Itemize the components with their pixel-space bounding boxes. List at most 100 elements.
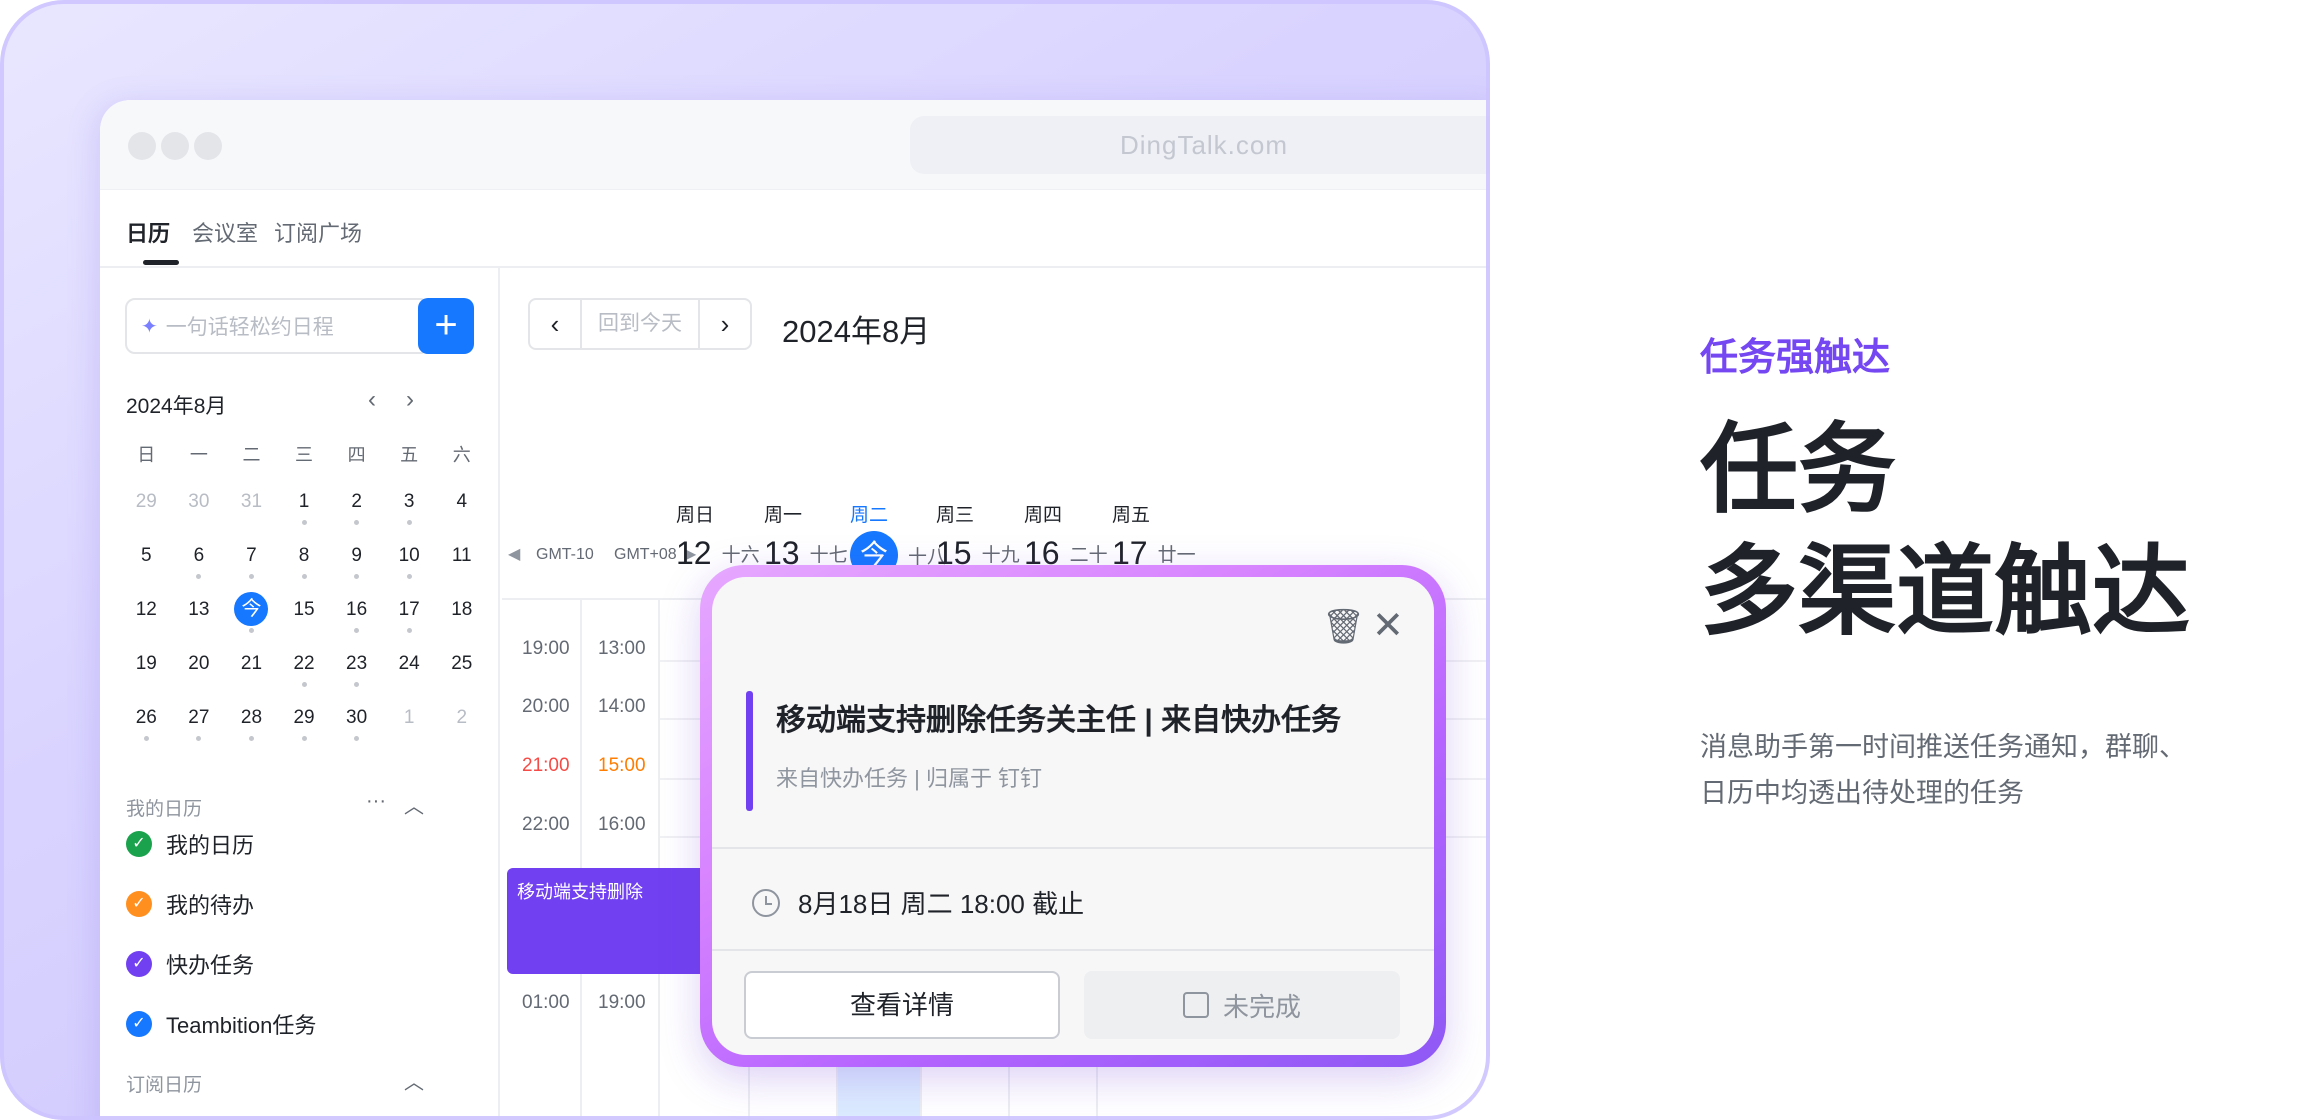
check-icon[interactable]: ✓	[126, 891, 152, 917]
day-cell[interactable]: 22	[278, 639, 331, 693]
day-cell-today[interactable]: 今	[225, 585, 278, 639]
day-cell[interactable]: 13	[173, 585, 226, 639]
day-cell[interactable]: 10	[383, 531, 436, 585]
next-week-icon[interactable]: ›	[700, 300, 750, 348]
check-icon[interactable]: ✓	[126, 1011, 152, 1037]
window-close-dot[interactable]	[128, 132, 156, 160]
day-cell[interactable]: 24	[383, 639, 436, 693]
day-header-sun[interactable]: 周日 12 十六	[676, 500, 760, 572]
chevron-up-icon[interactable]: ︿	[404, 1066, 424, 1095]
search-placeholder: 一句话轻松约日程	[165, 316, 334, 339]
day-cell[interactable]: 31	[225, 477, 278, 531]
day-number: 27	[188, 707, 210, 728]
timezone-left: GMT-10	[536, 546, 594, 563]
day-cell[interactable]: 25	[435, 639, 488, 693]
mark-complete-label: 未完成	[1222, 991, 1301, 1022]
check-icon[interactable]: ✓	[126, 831, 152, 857]
day-cell[interactable]: 1	[278, 477, 331, 531]
day-header-wed[interactable]: 周三 15 十九	[936, 500, 1020, 572]
day-cell[interactable]: 27	[173, 693, 226, 747]
chevron-up-icon[interactable]: ︿	[404, 790, 424, 819]
event-marker	[354, 574, 360, 579]
day-header-number: 12	[676, 535, 712, 571]
checkbox-icon[interactable]	[1182, 992, 1209, 1018]
day-cell[interactable]: 21	[225, 639, 278, 693]
timezone-right: GMT+08	[614, 546, 677, 563]
view-details-button[interactable]: 查看详情	[744, 971, 1060, 1039]
close-icon[interactable]: ✕	[1372, 603, 1404, 648]
mini-calendar-weekdays: 日 一 二 三 四 五 六	[120, 433, 488, 477]
mini-calendar-week: 29 30 31 1 2 3 4	[120, 477, 488, 531]
mark-complete-toggle[interactable]: 未完成	[1084, 971, 1400, 1039]
day-header-weekday: 周五	[1112, 505, 1151, 526]
day-cell[interactable]: 26	[120, 693, 173, 747]
day-cell[interactable]: 3	[383, 477, 436, 531]
day-cell[interactable]: 2	[330, 477, 383, 531]
event-marker	[248, 736, 254, 741]
calendar-item-quick-tasks[interactable]: ✓ 快办任务	[126, 948, 254, 980]
calendar-item-label: 快办任务	[166, 953, 255, 978]
event-marker	[406, 574, 412, 579]
day-number: 28	[240, 707, 263, 728]
feature-tag: 任务强触达	[1700, 337, 1891, 379]
day-cell[interactable]: 16	[330, 585, 383, 639]
day-cell[interactable]: 12	[120, 585, 173, 639]
day-cell[interactable]: 9	[330, 531, 383, 585]
tab-subscription-square[interactable]: 订阅广场	[274, 216, 362, 248]
calendar-item-my-calendar[interactable]: ✓ 我的日历	[126, 828, 254, 860]
window-maximize-dot[interactable]	[194, 132, 222, 160]
day-header-lunar: 廿一	[1157, 545, 1196, 566]
add-event-button[interactable]: +	[418, 298, 474, 354]
time-label-left: 19:00	[522, 638, 570, 659]
day-cell[interactable]: 1	[383, 693, 436, 747]
day-number: 29	[293, 707, 315, 728]
day-cell[interactable]: 8	[278, 531, 331, 585]
tab-calendar[interactable]: 日历	[126, 216, 170, 248]
date-pager: ‹ 回到今天 ›	[528, 298, 752, 350]
day-cell[interactable]: 6	[173, 531, 226, 585]
calendar-item-my-todos[interactable]: ✓ 我的待办	[126, 888, 254, 920]
day-cell[interactable]: 15	[278, 585, 331, 639]
day-cell[interactable]: 30	[330, 693, 383, 747]
day-cell[interactable]: 18	[435, 585, 488, 639]
day-header-mon[interactable]: 周一 13 十七	[764, 500, 848, 572]
day-cell[interactable]: 20	[173, 639, 226, 693]
day-cell[interactable]: 4	[435, 477, 488, 531]
day-cell[interactable]: 28	[225, 693, 278, 747]
day-cell[interactable]: 23	[330, 639, 383, 693]
day-number: 1	[298, 491, 310, 512]
window-minimize-dot[interactable]	[161, 132, 189, 160]
event-marker	[354, 520, 360, 525]
tab-meeting-room[interactable]: 会议室	[192, 216, 258, 248]
caret-left-icon[interactable]: ◀	[508, 544, 520, 564]
day-cell[interactable]: 30	[173, 477, 226, 531]
time-label-right: 16:00	[598, 814, 646, 835]
day-header-fri[interactable]: 周五 17 廿一	[1112, 500, 1196, 572]
prev-week-icon[interactable]: ‹	[530, 300, 580, 348]
task-deadline-text: 8月18日 周二 18:00 截止	[798, 889, 1085, 919]
prev-month-icon[interactable]: ‹	[368, 386, 376, 414]
day-header-weekday: 周一	[764, 505, 803, 526]
active-tab-indicator	[143, 260, 179, 265]
day-header-thu[interactable]: 周四 16 二十	[1024, 500, 1108, 572]
event-marker	[354, 736, 360, 741]
back-to-today-button[interactable]: 回到今天	[580, 300, 700, 348]
trash-icon[interactable]: 🗑	[1322, 607, 1365, 647]
day-cell[interactable]: 5	[120, 531, 173, 585]
day-cell[interactable]: 19	[120, 639, 173, 693]
address-bar[interactable]: DingTalk.com	[910, 116, 1490, 174]
day-cell[interactable]: 17	[383, 585, 436, 639]
weekday-head: 二	[242, 445, 261, 465]
day-cell[interactable]: 2	[435, 693, 488, 747]
check-icon[interactable]: ✓	[126, 951, 152, 977]
calendar-item-teambition[interactable]: ✓ Teambition任务	[126, 1008, 316, 1040]
more-icon[interactable]: ···	[366, 790, 386, 813]
quick-schedule-input[interactable]: ✦ 一句话轻松约日程	[125, 298, 430, 354]
next-month-icon[interactable]: ›	[406, 386, 414, 414]
event-marker	[406, 628, 412, 633]
weekday-head: 一	[189, 445, 208, 465]
day-cell[interactable]: 7	[225, 531, 278, 585]
day-cell[interactable]: 29	[278, 693, 331, 747]
day-cell[interactable]: 11	[435, 531, 488, 585]
day-cell[interactable]: 29	[120, 477, 173, 531]
